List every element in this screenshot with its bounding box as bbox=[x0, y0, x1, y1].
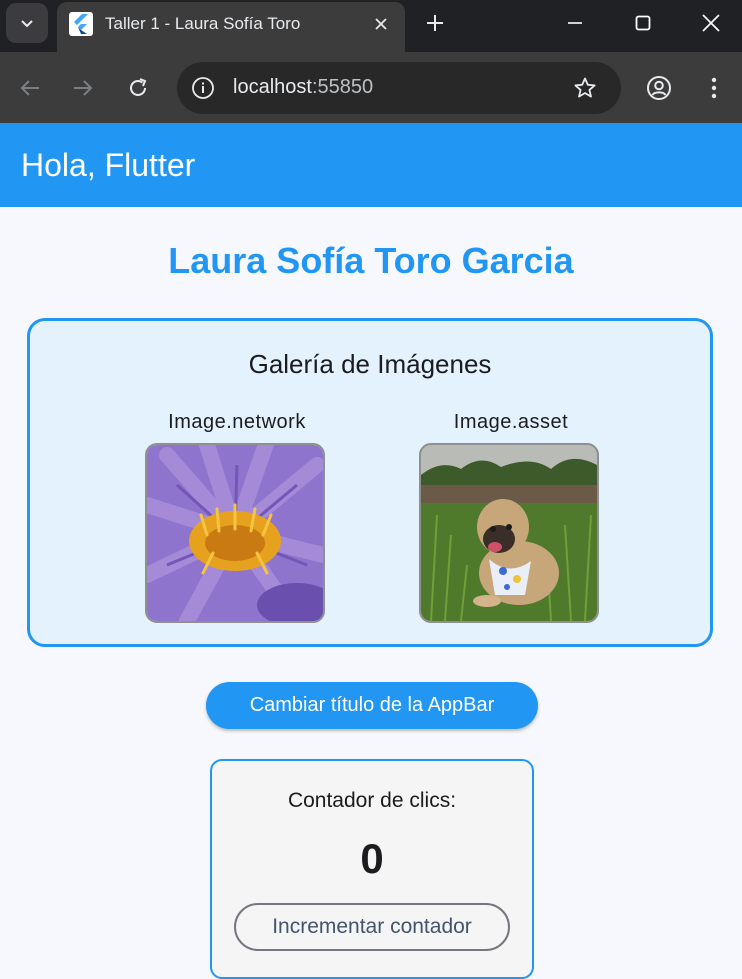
account-icon[interactable] bbox=[641, 70, 677, 106]
url-port: :55850 bbox=[311, 76, 374, 98]
star-icon[interactable] bbox=[571, 74, 599, 102]
asset-image-dog bbox=[419, 443, 599, 623]
address-bar[interactable]: localhost:55850 bbox=[177, 62, 621, 114]
url-host: localhost bbox=[233, 76, 312, 98]
network-image-label: Image.network bbox=[168, 411, 306, 433]
minimize-icon[interactable] bbox=[542, 0, 608, 46]
info-icon[interactable] bbox=[189, 74, 217, 102]
image-gallery-card: Galería de Imágenes Image.network Image.… bbox=[27, 318, 713, 647]
browser-toolbar: localhost:55850 bbox=[0, 52, 742, 123]
asset-image-label: Image.asset bbox=[453, 411, 569, 433]
page-title: Laura Sofía Toro Garcia bbox=[168, 240, 574, 281]
app-bar-title: Hola, Flutter bbox=[21, 147, 196, 183]
counter-label: Contador de clics: bbox=[287, 789, 457, 812]
click-counter-card: Contador de clics: 0 Incrementar contado… bbox=[210, 759, 534, 979]
browser-tab-strip: Taller 1 - Laura Sofía Toro bbox=[0, 0, 742, 52]
increment-counter-button[interactable]: Incrementar contador bbox=[234, 903, 510, 951]
flutter-icon bbox=[69, 12, 93, 36]
close-icon[interactable] bbox=[369, 12, 393, 36]
chevron-down-icon bbox=[21, 20, 33, 28]
reload-icon[interactable] bbox=[120, 70, 156, 106]
change-title-button[interactable]: Cambiar título de la AppBar bbox=[206, 682, 538, 729]
close-window-icon[interactable] bbox=[678, 0, 742, 46]
app-bar: Hola, Flutter bbox=[0, 123, 742, 207]
maximize-icon[interactable] bbox=[610, 0, 676, 46]
plus-icon[interactable] bbox=[420, 8, 450, 38]
gallery-title: Galería de Imágenes bbox=[248, 349, 492, 379]
counter-value: 0 bbox=[360, 835, 384, 882]
tab-title: Taller 1 - Laura Sofía Toro bbox=[105, 14, 301, 33]
more-vertical-icon[interactable] bbox=[696, 70, 732, 106]
network-image-flower bbox=[145, 443, 325, 623]
arrow-left-icon[interactable] bbox=[12, 70, 48, 106]
url-text: localhost:55850 bbox=[233, 76, 373, 99]
browser-tab[interactable]: Taller 1 - Laura Sofía Toro bbox=[57, 2, 405, 52]
arrow-right-icon[interactable] bbox=[65, 70, 101, 106]
tab-search-button[interactable] bbox=[6, 3, 48, 43]
